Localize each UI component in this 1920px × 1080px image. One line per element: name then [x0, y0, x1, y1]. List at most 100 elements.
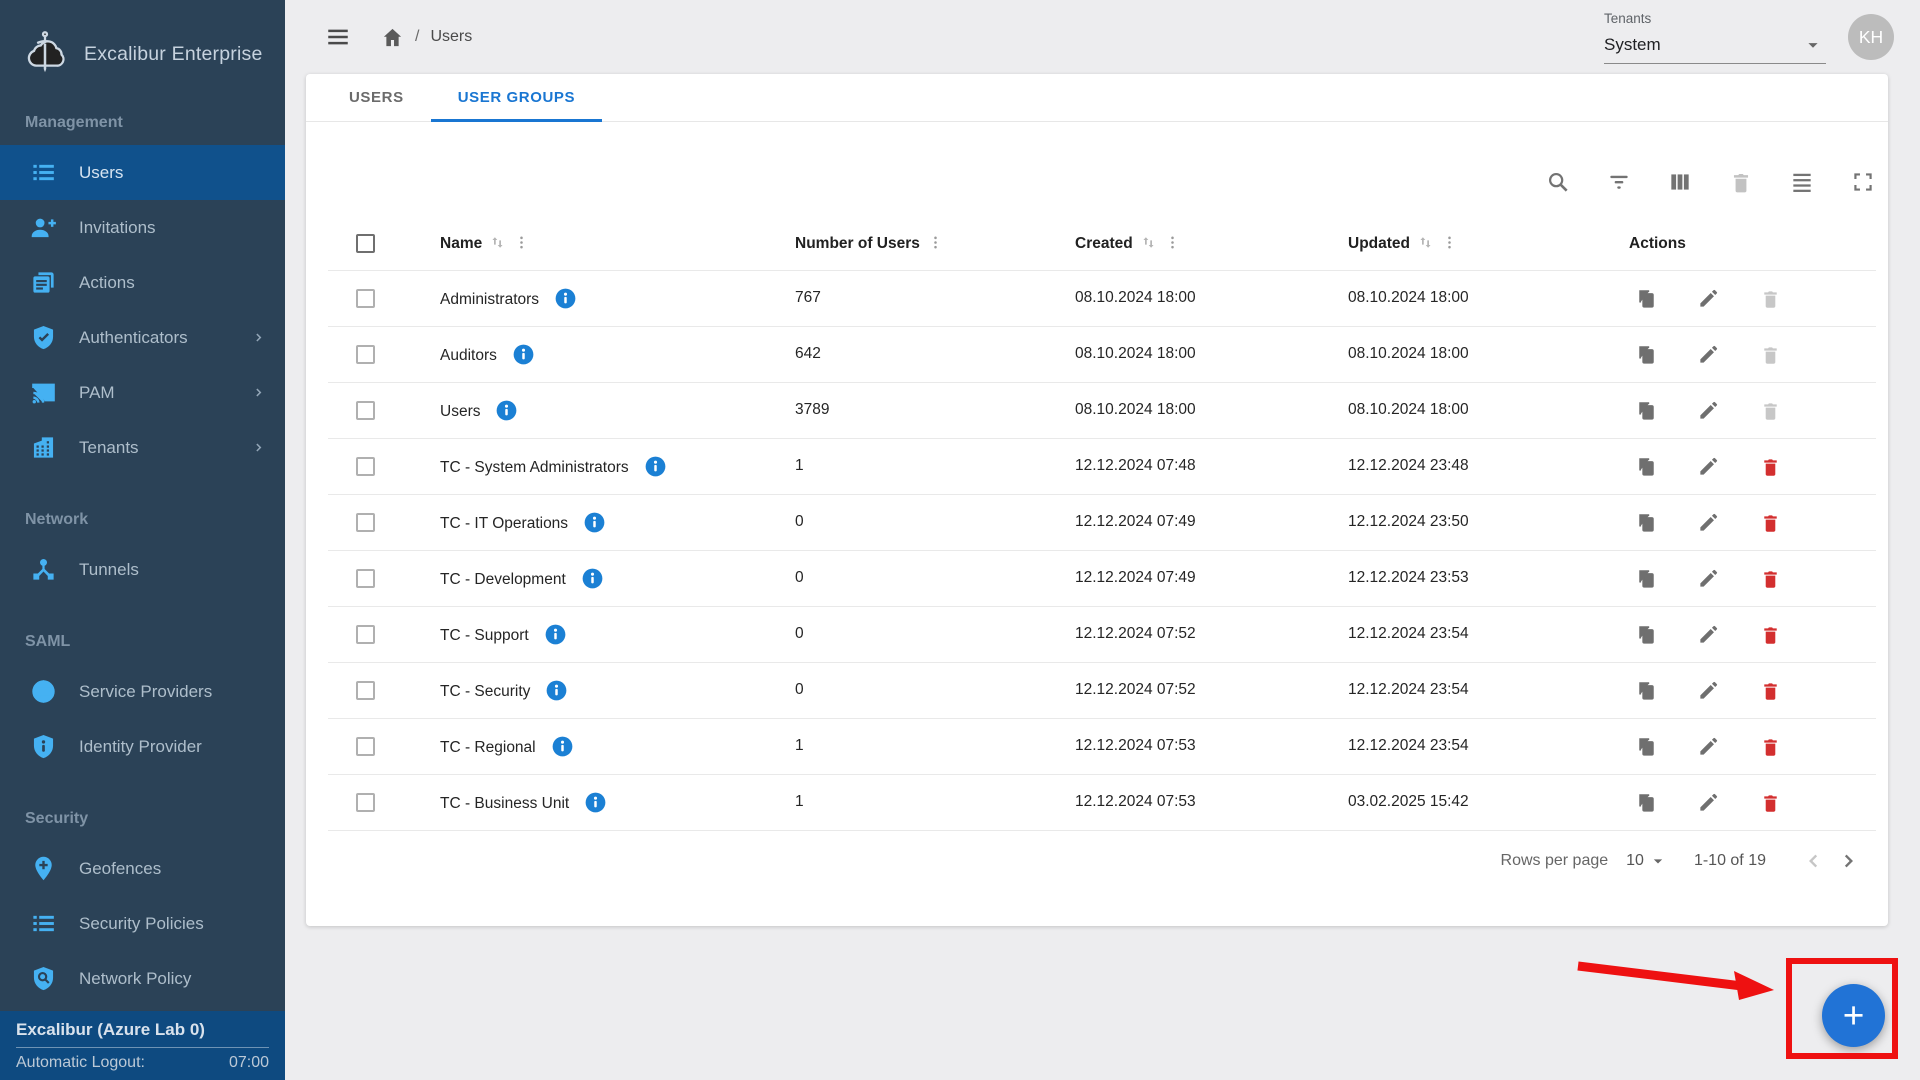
table-container: NameNumber of UsersCreatedUpdatedActions…	[306, 158, 1888, 891]
row-checkbox[interactable]	[356, 569, 375, 588]
table-header-row: NameNumber of UsersCreatedUpdatedActions	[328, 218, 1876, 270]
tenant-selected-value: System	[1604, 35, 1661, 55]
edit-icon[interactable]	[1697, 343, 1720, 366]
info-icon[interactable]	[551, 735, 574, 758]
sidebar-item-users[interactable]: Users	[0, 145, 285, 200]
select-all-checkbox[interactable]	[356, 234, 375, 253]
trash-icon[interactable]	[1759, 455, 1782, 478]
sidebar-item-authenticators[interactable]: Authenticators	[0, 310, 285, 365]
edit-icon[interactable]	[1697, 623, 1720, 646]
row-checkbox[interactable]	[356, 513, 375, 532]
info-icon[interactable]	[584, 791, 607, 814]
home-icon[interactable]	[381, 26, 404, 49]
row-checkbox[interactable]	[356, 793, 375, 812]
row-checkbox[interactable]	[356, 457, 375, 476]
excalibur-cloud-sword-logo-icon	[20, 29, 70, 79]
edit-icon[interactable]	[1697, 567, 1720, 590]
footer-divider	[16, 1047, 269, 1048]
columns-icon[interactable]	[1667, 169, 1693, 195]
trash-icon[interactable]	[1759, 791, 1782, 814]
sort-icon[interactable]	[489, 234, 506, 251]
trash-icon[interactable]	[1759, 567, 1782, 590]
search-icon[interactable]	[1545, 169, 1571, 195]
trash-icon[interactable]	[1759, 623, 1782, 646]
add-user-group-fab[interactable]: +	[1822, 984, 1885, 1047]
copy-icon[interactable]	[1635, 343, 1658, 366]
info-icon[interactable]	[544, 623, 567, 646]
copy-icon[interactable]	[1635, 623, 1658, 646]
sort-icon[interactable]	[1140, 234, 1157, 251]
column-menu-icon[interactable]	[1164, 234, 1181, 251]
edit-icon[interactable]	[1697, 511, 1720, 534]
sidebar-item-network-policy[interactable]: Network Policy	[0, 951, 285, 1006]
sidebar-item-identity-provider[interactable]: Identity Provider	[0, 719, 285, 774]
row-checkbox[interactable]	[356, 625, 375, 644]
copy-icon[interactable]	[1635, 511, 1658, 534]
edit-icon[interactable]	[1697, 791, 1720, 814]
tab-users[interactable]: USERS	[322, 74, 431, 121]
edit-icon[interactable]	[1697, 455, 1720, 478]
copy-icon[interactable]	[1635, 791, 1658, 814]
breadcrumb[interactable]: Users	[430, 28, 472, 46]
info-icon[interactable]	[581, 567, 604, 590]
row-checkbox[interactable]	[356, 345, 375, 364]
trash-icon[interactable]	[1759, 735, 1782, 758]
tab-user-groups[interactable]: USER GROUPS	[431, 74, 602, 121]
copy-icon[interactable]	[1635, 455, 1658, 478]
filter-icon[interactable]	[1606, 169, 1632, 195]
copy-icon[interactable]	[1635, 735, 1658, 758]
column-menu-icon[interactable]	[927, 234, 944, 251]
edit-icon[interactable]	[1697, 679, 1720, 702]
fullscreen-icon[interactable]	[1850, 169, 1876, 195]
sidebar-item-service-providers[interactable]: Service Providers	[0, 664, 285, 719]
caret-down-icon[interactable]	[1648, 851, 1668, 871]
menu-icon[interactable]	[325, 24, 351, 50]
sidebar-item-geofences[interactable]: Geofences	[0, 841, 285, 896]
edit-icon[interactable]	[1697, 287, 1720, 310]
table-row: Auditors64208.10.2024 18:0008.10.2024 18…	[328, 326, 1876, 382]
column-menu-icon[interactable]	[513, 234, 530, 251]
trash-icon[interactable]	[1759, 511, 1782, 534]
copy-icon[interactable]	[1635, 679, 1658, 702]
sidebar-item-label: Authenticators	[79, 328, 252, 348]
avatar[interactable]: KH	[1848, 14, 1894, 60]
rows-per-page-label: Rows per page	[1501, 852, 1609, 870]
edit-icon[interactable]	[1697, 399, 1720, 422]
column-menu-icon[interactable]	[1441, 234, 1458, 251]
table-row: TC - Business Unit112.12.2024 07:5303.02…	[328, 774, 1876, 830]
tenants-select[interactable]: Tenants System	[1604, 11, 1826, 64]
sidebar-item-invitations[interactable]: Invitations	[0, 200, 285, 255]
chevron-right-icon[interactable]	[1838, 849, 1862, 873]
copy-icon[interactable]	[1635, 567, 1658, 590]
row-checkbox[interactable]	[356, 681, 375, 700]
sidebar-item-tenants[interactable]: Tenants	[0, 420, 285, 475]
sidebar-item-actions[interactable]: Actions	[0, 255, 285, 310]
table-toolbar	[328, 158, 1876, 206]
row-checkbox[interactable]	[356, 737, 375, 756]
info-icon[interactable]	[545, 679, 568, 702]
sidebar-item-security-policies[interactable]: Security Policies	[0, 896, 285, 951]
sort-icon[interactable]	[1417, 234, 1434, 251]
info-icon[interactable]	[512, 343, 535, 366]
table-row: TC - IT Operations012.12.2024 07:4912.12…	[328, 494, 1876, 550]
sidebar-item-pam[interactable]: PAM	[0, 365, 285, 420]
info-icon[interactable]	[644, 455, 667, 478]
updated-value: 08.10.2024 18:00	[1348, 345, 1469, 362]
info-icon[interactable]	[583, 511, 606, 534]
info-icon[interactable]	[495, 399, 518, 422]
group-name: TC - Development	[440, 571, 566, 588]
automatic-logout-label: Automatic Logout:	[16, 1054, 145, 1072]
rows-per-page-value[interactable]: 10	[1626, 852, 1644, 870]
row-checkbox[interactable]	[356, 289, 375, 308]
trash-icon[interactable]	[1759, 679, 1782, 702]
edit-icon[interactable]	[1697, 735, 1720, 758]
cast-icon	[30, 379, 57, 406]
row-checkbox[interactable]	[356, 401, 375, 420]
section-label-network: Network	[25, 509, 285, 531]
column-header-number-of-users: Number of Users	[779, 218, 1059, 270]
density-icon[interactable]	[1789, 169, 1815, 195]
info-icon[interactable]	[554, 287, 577, 310]
copy-icon[interactable]	[1635, 399, 1658, 422]
sidebar-item-tunnels[interactable]: Tunnels	[0, 542, 285, 597]
copy-icon[interactable]	[1635, 287, 1658, 310]
